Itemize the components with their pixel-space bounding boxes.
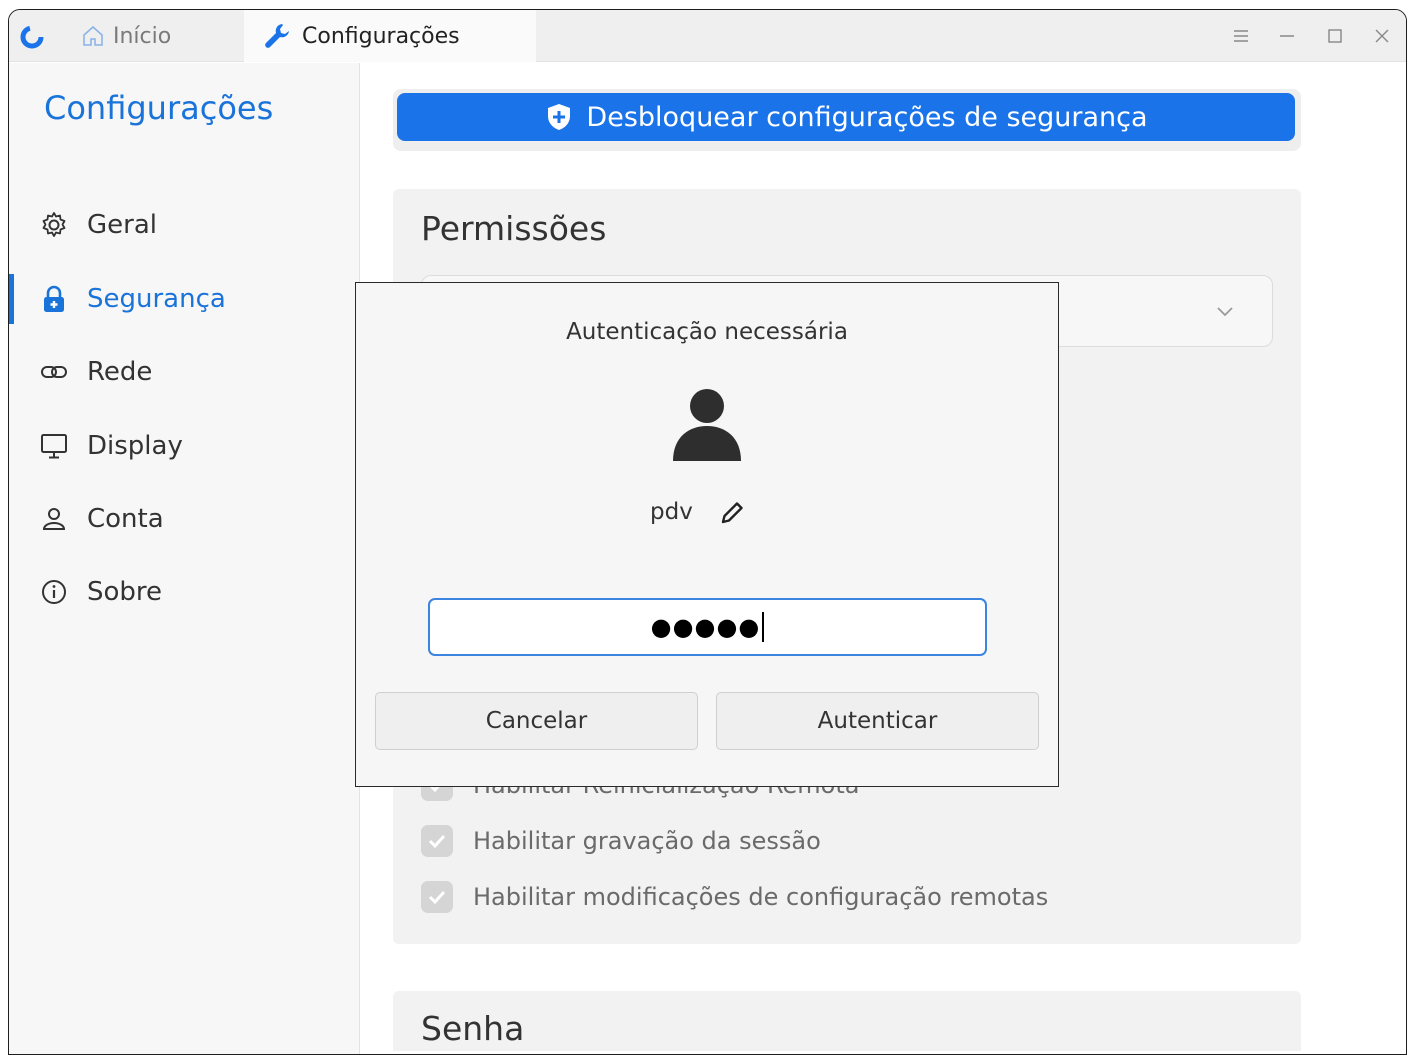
sidebar-item-label: Geral	[87, 210, 157, 240]
user-icon	[42, 508, 66, 530]
tab-home-label: Início	[113, 23, 172, 49]
password-title: Senha	[421, 1009, 525, 1048]
sidebar-title: Configurações	[44, 89, 274, 127]
avatar-icon	[673, 389, 741, 461]
checkbox-row-config-remota[interactable]: Habilitar modificações de configuração r…	[421, 881, 1048, 913]
sidebar-item-conta[interactable]: Conta	[9, 494, 360, 544]
sidebar: Configurações Geral Segurança Rede Displ…	[9, 63, 360, 1054]
permissions-title: Permissões	[421, 209, 607, 248]
link-icon	[41, 366, 67, 378]
info-icon	[42, 580, 66, 604]
check-icon	[428, 890, 446, 905]
password-card: Senha	[393, 991, 1301, 1051]
password-mask: ●●●●●	[650, 613, 761, 641]
monitor-icon	[41, 434, 67, 459]
sidebar-item-geral[interactable]: Geral	[9, 200, 360, 250]
chevron-down-icon	[1217, 307, 1233, 317]
password-input[interactable]: ●●●●●	[428, 598, 987, 656]
title-bar: Início Configurações	[9, 10, 1406, 62]
check-icon	[428, 834, 446, 849]
shield-icon	[548, 104, 571, 130]
app-logo-icon	[20, 25, 44, 49]
sidebar-item-rede[interactable]: Rede	[9, 347, 360, 397]
checkbox-label: Habilitar modificações de configuração r…	[473, 883, 1049, 911]
sidebar-item-label: Rede	[87, 357, 153, 387]
unlock-security-button[interactable]: Desbloquear configurações de segurança	[397, 93, 1295, 141]
unlock-container: Desbloquear configurações de segurança	[393, 89, 1301, 151]
home-icon	[83, 25, 103, 46]
tab-settings-label: Configurações	[302, 23, 460, 49]
auth-dialog: Autenticação necessária pdv ●●●●● Cancel…	[355, 282, 1059, 787]
auth-dialog-title: Autenticação necessária	[566, 319, 848, 345]
sidebar-item-label: Sobre	[87, 577, 163, 607]
authenticate-label: Autenticar	[817, 708, 938, 734]
sidebar-item-sobre[interactable]: Sobre	[9, 567, 360, 617]
close-icon[interactable]	[1368, 22, 1396, 50]
minimize-icon[interactable]	[1273, 22, 1301, 50]
authenticate-button[interactable]: Autenticar	[716, 692, 1039, 750]
checkbox-row-gravacao[interactable]: Habilitar gravação da sessão	[421, 825, 821, 857]
maximize-icon[interactable]	[1321, 22, 1349, 50]
sidebar-item-label: Conta	[87, 504, 164, 534]
lock-icon	[44, 285, 64, 312]
menu-icon[interactable]	[1227, 22, 1255, 50]
auth-username: pdv	[650, 499, 693, 525]
tab-settings[interactable]: Configurações	[244, 10, 536, 62]
cancel-button[interactable]: Cancelar	[375, 692, 698, 750]
gear-icon	[42, 212, 66, 237]
sidebar-item-label: Display	[87, 431, 183, 461]
tab-home[interactable]: Início	[81, 10, 171, 62]
checkbox-label: Habilitar gravação da sessão	[473, 827, 821, 855]
sidebar-item-seguranca[interactable]: Segurança	[9, 274, 360, 324]
sidebar-item-display[interactable]: Display	[9, 421, 360, 471]
unlock-security-label: Desbloquear configurações de segurança	[586, 101, 1148, 133]
sidebar-item-label: Segurança	[87, 284, 226, 314]
wrench-icon	[265, 24, 289, 48]
text-caret	[762, 612, 765, 642]
pencil-icon[interactable]	[718, 499, 746, 527]
checkbox[interactable]	[421, 825, 453, 857]
cancel-label: Cancelar	[485, 708, 588, 734]
checkbox[interactable]	[421, 881, 453, 913]
